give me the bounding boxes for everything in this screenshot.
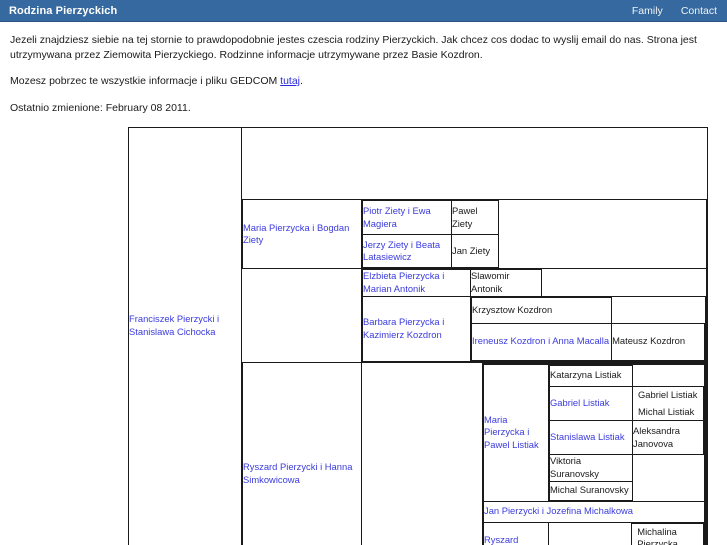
person-piotr-ewa[interactable]: Piotr Ziety i Ewa Magiera (362, 200, 452, 235)
table-row: Jerzy Ziety i Beata Latasiewicz Jan Ziet… (362, 233, 706, 269)
person-maria-bogdan[interactable]: Maria Pierzycka i Bogdan Ziety (242, 199, 362, 270)
children-of-maria-bogdan: Piotr Ziety i Ewa Magiera Pawel Ziety Je… (361, 199, 707, 270)
tree-root-table: Franciszek Pierzycki i Stanislawa Cichoc… (128, 126, 708, 545)
children-of-franciszek: Maria Pierzycka i Bogdan Ziety Piotr Zie… (241, 126, 708, 545)
ryszard-children-box: Michalina Pierzycka Ruszard Pierzycki (631, 522, 704, 545)
table-row: Ryszard Pierzycki i Hanna Simkowicowa Ma… (242, 361, 707, 545)
table-row: Gabriel Listiak (633, 387, 703, 404)
person-barbara-kazimierz[interactable]: Barbara Pierzycka i Kazimierz Kozdron (362, 295, 471, 362)
tree-level3-ziety: Piotr Ziety i Ewa Magiera Pawel Ziety Je… (362, 200, 706, 269)
tree-level2-table: Maria Pierzycka i Bogdan Ziety Piotr Zie… (242, 199, 707, 545)
table-row: Michalina Pierzycka Ruszard Pierzycki (549, 522, 704, 545)
last-modified-text: Ostatnio zmienione: February 08 2011. (10, 101, 191, 114)
tree-level6-ryszard-kids: Michalina Pierzycka Ruszard Pierzycki (632, 524, 702, 545)
tree-level5-listiak-children: Katarzyna Listiak Gabriel Listiak Gabrie… (549, 364, 704, 501)
nav-link-contact[interactable]: Contact (681, 5, 717, 17)
table-row: Krzysztow Kozdron (470, 296, 705, 324)
person-michal-suranovsky: Michal Suranovsky (549, 480, 633, 501)
person-stanislawa-listiak[interactable]: Stanislawa Listiak (549, 420, 633, 456)
tree-level4-kozdron: Krzysztow Kozdron Ireneusz Kozdron i Ann… (470, 296, 705, 361)
table-row: Gabriel Listiak (549, 385, 704, 422)
person-slawomir-antonik: Slawomir Antonik (470, 269, 542, 297)
gedcom-text-after: . (300, 75, 303, 88)
person-mateusz-kozdron: Mateusz Kozdron (611, 322, 705, 361)
listiak-subgroup: Maria Pierzycka i Pawel Listiak Katarzyn… (482, 362, 706, 545)
nav-link-family[interactable]: Family (632, 5, 663, 17)
intro-paragraph-2: Mozesz pobrzec te wszystkie informacje i… (10, 74, 717, 89)
site-header: Rodzina Pierzyckich Family Contact (0, 0, 727, 22)
table-row: Maria Pierzycka i Bogdan Ziety Piotr Zie… (242, 199, 707, 270)
children-of-ryszard-hanna: Maria Pierzycka i Pawel Listiak Katarzyn… (361, 361, 707, 545)
table-row: Michal Suranovsky (549, 480, 704, 501)
person-michal-listiak: Michal Listiak (638, 405, 695, 417)
table-row: Ireneusz Kozdron i Anna Macalla Mateusz … (470, 322, 705, 361)
table-row: Elzbieta Pierzycka i Marian Antonik Slaw… (243, 268, 707, 363)
person-franciszek-stanislawa[interactable]: Franciszek Pierzycki i Stanislawa Cichoc… (128, 126, 242, 545)
table-row: Michalina Pierzycka (632, 524, 702, 545)
person-gabriel-listiak-child: Gabriel Listiak (638, 388, 698, 400)
table-row: Michal Listiak (633, 404, 703, 421)
table-row: Viktoria Suranovsky (549, 454, 704, 482)
table-row: Katarzyna Listiak (549, 364, 704, 387)
table-row: Barbara Pierzycka i Kazimierz Kozdron Kr… (362, 295, 706, 362)
person-jerzy-beata[interactable]: Jerzy Ziety i Beata Latasiewicz (362, 233, 452, 269)
table-row: Elzbieta Pierzycka i Marian Antonik Slaw… (362, 269, 706, 297)
intro-paragraph-1: Jezeli znajdziesz siebie na tej stornie … (10, 34, 697, 62)
person-elzbieta-marian[interactable]: Elzbieta Pierzycka i Marian Antonik (362, 269, 471, 297)
intro-section: Jezeli znajdziesz siebie na tej stornie … (0, 22, 727, 116)
table-row: Maria Pierzycka i Pawel Listiak Katarzyn… (483, 363, 705, 502)
site-nav: Family Contact (632, 5, 717, 17)
table-row: Stanislawa Listiak Aleksandra Janovova (549, 420, 704, 456)
tree-level5-ryszard-children: Michalina Pierzycka Ruszard Pierzycki (549, 522, 704, 545)
table-row: Franciszek Pierzycki i Stanislawa Cichoc… (128, 126, 708, 545)
site-title: Rodzina Pierzyckich (9, 4, 118, 17)
gedcom-text-before: Mozesz pobrzec te wszystkie informacje i… (10, 75, 281, 88)
person-aleksandra-janovova: Aleksandra Janovova (632, 420, 704, 456)
children-of-gabriel: Gabriel Listiak Michal Listiak (632, 385, 704, 422)
person-pawel-ziety: Pawel Ziety (451, 200, 499, 235)
tree-level3-antonik-kozdron: Elzbieta Pierzycka i Marian Antonik Slaw… (362, 269, 706, 362)
person-ryszard-iweta[interactable]: Ryszard Pierzycki i Iweta Calikowa (483, 521, 549, 545)
tree-level6-gabriel-children: Gabriel Listiak Michal Listiak (633, 387, 703, 420)
children-of-maria-pawel: Katarzyna Listiak Gabriel Listiak Gabrie… (548, 363, 705, 502)
table-row: Piotr Ziety i Ewa Magiera Pawel Ziety (362, 200, 706, 235)
tree-level3-listiak: Maria Pierzycka i Pawel Listiak Katarzyn… (362, 362, 706, 545)
children-of-barbara-kazimierz: Krzysztow Kozdron Ireneusz Kozdron i Ann… (470, 295, 706, 362)
gedcom-download-link[interactable]: tutaj (280, 75, 300, 87)
table-row: Jan Pierzycki i Jozefina Michalkowa (483, 500, 705, 523)
spacer-cell-1 (243, 269, 362, 362)
person-michalina-pierzycka: Michalina Pierzycka (637, 525, 678, 545)
person-gabriel-listiak[interactable]: Gabriel Listiak (549, 385, 633, 422)
table-row: Ryszard Pierzycki i Iweta Calikowa (483, 521, 705, 545)
person-ryszard-hanna[interactable]: Ryszard Pierzycki i Hanna Simkowicowa (242, 361, 362, 545)
children-group-antonik-kozdron: Elzbieta Pierzycka i Marian Antonik Slaw… (361, 268, 707, 363)
person-krzysztow-kozdron: Krzysztow Kozdron (470, 296, 613, 324)
person-viktoria-suranovsky: Viktoria Suranovsky (549, 454, 633, 482)
person-ireneusz-anna[interactable]: Ireneusz Kozdron i Anna Macalla (470, 322, 613, 361)
person-jan-jozefina[interactable]: Jan Pierzycki i Jozefina Michalkowa (483, 500, 705, 523)
person-katarzyna-listiak: Katarzyna Listiak (549, 364, 633, 387)
children-of-ryszard-iweta: Michalina Pierzycka Ruszard Pierzycki (548, 521, 705, 545)
table-row: Maria Pierzycka i Pawel Listiak Katarzyn… (362, 362, 706, 545)
tree-level4-listiak-group: Maria Pierzycka i Pawel Listiak Katarzyn… (483, 363, 705, 545)
person-maria-pawel-listiak[interactable]: Maria Pierzycka i Pawel Listiak (483, 363, 549, 502)
family-tree: Franciszek Pierzycki i Stanislawa Cichoc… (0, 126, 727, 545)
person-jan-ziety: Jan Ziety (451, 233, 499, 269)
